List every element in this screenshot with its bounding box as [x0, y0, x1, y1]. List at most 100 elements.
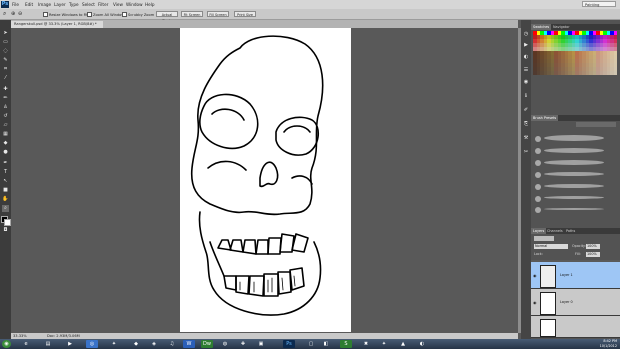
blur-tool-icon[interactable]: ◆	[2, 140, 9, 147]
history-icon[interactable]: ◷	[522, 30, 530, 38]
app-icon[interactable]: ◍	[219, 340, 231, 348]
tab-swatches[interactable]: Swatches	[531, 24, 552, 30]
firefox-icon[interactable]: ✦	[108, 340, 120, 348]
zoom-tool-icon[interactable]: ⌕	[2, 205, 9, 212]
menu-view[interactable]: View	[113, 1, 123, 8]
info-icon[interactable]: ℹ	[522, 92, 530, 100]
brush-tool-icon[interactable]: ✏	[2, 95, 9, 102]
quick-mask-icon[interactable]: ◘	[2, 227, 9, 234]
app-icon[interactable]: ▣	[255, 340, 267, 348]
tab-paths[interactable]: Paths	[564, 228, 577, 234]
move-tool-icon[interactable]: ➤	[2, 30, 9, 37]
app-icon[interactable]: ◈	[148, 340, 160, 348]
app-icon[interactable]: ✚	[237, 340, 249, 348]
history-brush-tool-icon[interactable]: ↺	[2, 113, 9, 120]
quick-select-tool-icon[interactable]: ✎	[2, 57, 9, 64]
app-icon[interactable]: ◆	[130, 340, 142, 348]
color-swatch[interactable]	[613, 51, 617, 55]
document-tab[interactable]: Rangerskull.psd @ 33.3% (Layer 1, RGB/8#…	[11, 21, 103, 28]
crop-tool-icon[interactable]: ⌗	[2, 66, 9, 73]
color-icon[interactable]: ◐	[522, 53, 530, 61]
resize-windows-checkbox[interactable]: Resize Windows to Fit	[43, 12, 88, 18]
clone-source-icon[interactable]: ⎘	[522, 120, 530, 128]
brush-preset-list[interactable]	[533, 132, 618, 214]
color-swatch[interactable]	[613, 43, 617, 47]
taskbar-clock[interactable]: 8:42 PM 10/1/2012	[600, 339, 617, 349]
character-icon[interactable]: ✂	[522, 148, 530, 156]
color-swatch[interactable]	[613, 63, 617, 67]
brush-preset-thumb[interactable]	[535, 148, 541, 154]
chrome-icon[interactable]: ◎	[86, 340, 98, 348]
layer-row[interactable]	[531, 316, 620, 338]
app-icon[interactable]: ◧	[320, 340, 332, 348]
brush-preset-thumb[interactable]	[535, 160, 541, 166]
menu-help[interactable]: Help	[145, 1, 155, 8]
menu-filter[interactable]: Filter	[98, 1, 108, 8]
app-icon[interactable]: ✦	[378, 340, 390, 348]
layer-row[interactable]: ◉ Layer 0	[531, 289, 620, 316]
color-swatch[interactable]	[613, 59, 617, 63]
dodge-tool-icon[interactable]: ●	[2, 149, 9, 156]
app-icon[interactable]: ▲	[397, 340, 409, 348]
tab-channels[interactable]: Channels	[545, 228, 565, 234]
color-swatch[interactable]	[613, 47, 617, 51]
healing-brush-tool-icon[interactable]: ✚	[2, 86, 9, 93]
menu-window[interactable]: Window	[126, 1, 143, 8]
color-swatch[interactable]	[613, 35, 617, 39]
menu-edit[interactable]: Edit	[25, 1, 33, 8]
media-player-icon[interactable]: ▶	[64, 340, 76, 348]
layer-name[interactable]: Layer 0	[560, 300, 573, 304]
zoom-tool-icon[interactable]: ⌕	[3, 11, 6, 17]
app-icon[interactable]: ✖	[360, 340, 372, 348]
color-swatch[interactable]	[613, 71, 617, 75]
styles-icon[interactable]: ◉	[522, 78, 530, 86]
menu-type[interactable]: Type	[69, 1, 79, 8]
brush-preset-thumb[interactable]	[535, 184, 541, 190]
hand-tool-icon[interactable]: ✋	[2, 196, 9, 203]
actual-pixels-button[interactable]: Actual Pixels	[156, 11, 178, 23]
visibility-eye-icon[interactable]: ◉	[533, 273, 537, 278]
brush-preset-thumb[interactable]	[535, 172, 541, 178]
visibility-eye-icon[interactable]: ◉	[533, 300, 537, 305]
path-selection-tool-icon[interactable]: ↖	[2, 178, 9, 185]
color-swatch[interactable]	[613, 31, 617, 35]
print-size-button[interactable]: Print Size	[234, 11, 256, 17]
explorer-icon[interactable]: ▤	[42, 340, 54, 348]
app-icon[interactable]: ◐	[416, 340, 428, 348]
app-icon[interactable]: ♫	[166, 340, 178, 348]
pen-tool-icon[interactable]: ✒	[2, 160, 9, 167]
shape-tool-icon[interactable]: ■	[2, 187, 9, 194]
zoom-all-checkbox[interactable]: Zoom All Windows	[87, 12, 126, 18]
color-swatch[interactable]	[613, 55, 617, 59]
eyedropper-tool-icon[interactable]: ⁄	[2, 75, 9, 82]
menu-select[interactable]: Select	[82, 1, 95, 8]
swatch-grid[interactable]	[533, 31, 617, 75]
opacity-field[interactable]: 100%	[586, 244, 600, 249]
word-icon[interactable]: W	[183, 340, 195, 348]
fit-screen-button[interactable]: Fit Screen	[181, 11, 203, 17]
brush-size-slider[interactable]	[576, 122, 616, 127]
layer-name[interactable]: Layer 1	[560, 273, 573, 277]
tool-presets-icon[interactable]: ⚒	[522, 134, 530, 142]
menu-layer[interactable]: Layer	[54, 1, 66, 8]
blend-mode-select[interactable]: Normal	[534, 244, 568, 249]
layer-row[interactable]: ◉ Layer 1	[531, 262, 620, 289]
zoom-out-icon[interactable]: ⊖	[18, 11, 22, 17]
scrubby-zoom-checkbox[interactable]: Scrubby Zoom	[122, 12, 154, 18]
document-canvas[interactable]	[180, 28, 351, 332]
app-icon[interactable]: ▢	[305, 340, 317, 348]
color-swatch[interactable]	[613, 39, 617, 43]
color-swatch[interactable]	[613, 67, 617, 71]
brush-preset-thumb[interactable]	[535, 196, 541, 202]
dreamweaver-icon[interactable]: Dw	[201, 340, 213, 348]
start-button-icon[interactable]: ◉	[2, 340, 11, 348]
tab-brush-presets[interactable]: Brush Presets	[531, 115, 559, 121]
menu-file[interactable]: File	[12, 1, 19, 8]
eraser-tool-icon[interactable]: ▱	[2, 122, 9, 129]
brush-icon[interactable]: ✐	[522, 106, 530, 114]
clone-stamp-tool-icon[interactable]: ♙	[2, 104, 9, 111]
fill-screen-button[interactable]: Fill Screen	[207, 11, 229, 17]
tab-layers[interactable]: Layers	[531, 228, 547, 234]
marquee-tool-icon[interactable]: ▭	[2, 39, 9, 46]
adjustments-icon[interactable]: ☰	[522, 66, 530, 74]
